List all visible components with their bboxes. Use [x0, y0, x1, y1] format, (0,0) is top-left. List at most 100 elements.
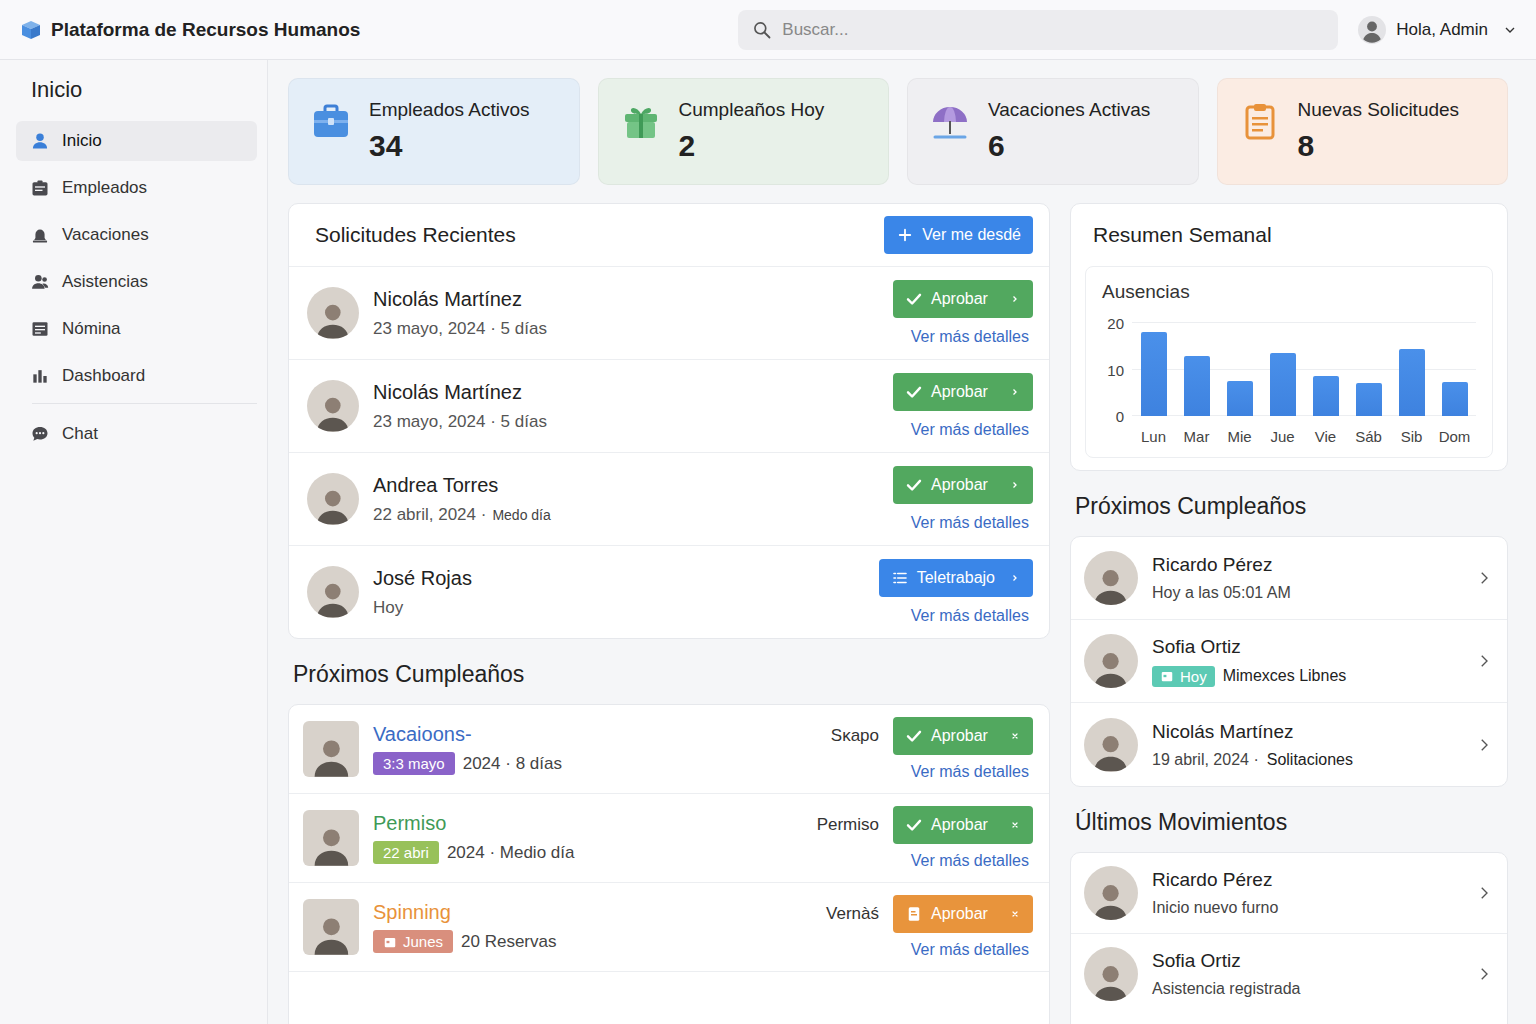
bar[interactable] — [1399, 349, 1425, 416]
stat-text: Nuevas Solicitudes 8 — [1298, 99, 1460, 163]
request-action-button[interactable]: Aprobar — [893, 373, 1033, 411]
birthday-sub-part: Hoy a las 05:01 AM — [1152, 584, 1291, 602]
person-icon — [312, 390, 354, 432]
details-link[interactable]: Ver más detalles — [911, 328, 1033, 346]
bar[interactable] — [1227, 381, 1253, 416]
bar[interactable] — [1270, 353, 1296, 416]
event-photo — [303, 899, 359, 955]
birthday-name: Ricardo Pérez — [1152, 554, 1461, 576]
stat-card[interactable]: Empleados Activos34 — [288, 78, 580, 185]
event-photo — [303, 810, 359, 866]
search-field[interactable]: Buscar... — [738, 10, 1338, 50]
event-action-label: Aprobar — [931, 816, 995, 834]
birthday-row[interactable]: Ricardo Pérez Hoy a las 05:01 AM — [1071, 537, 1507, 620]
request-action-label: Aprobar — [931, 383, 995, 401]
search-icon — [752, 20, 772, 40]
user-menu[interactable]: Hola, Admin — [1358, 16, 1518, 44]
event-title: Permiso — [373, 812, 803, 835]
bar-slot — [1390, 323, 1433, 416]
request-info: Nicolás Martínez23 mayo, 2024 · 5 días — [373, 381, 879, 432]
birthday-sub-part: 19 abril, 2024 · — [1152, 751, 1259, 769]
requests-header: Solicitudes Recientes Ver me desdé — [289, 204, 1049, 267]
chevron-right-icon — [1475, 965, 1493, 983]
event-actions: Sĸapo Aprobar Ver más detalles — [831, 717, 1033, 781]
request-action-button[interactable]: Teletrabajo — [879, 559, 1033, 597]
sidebar-item-label: Vacaciones — [62, 225, 149, 245]
content-columns: Solicitudes Recientes Ver me desdé Nicolás… — [288, 203, 1508, 1024]
sidebar-item-label: Dashboard — [62, 366, 145, 386]
sidebar-item[interactable]: Empleados — [16, 168, 257, 208]
stat-card[interactable]: Nuevas Solicitudes 8 — [1217, 78, 1509, 185]
details-link[interactable]: Ver más detalles — [911, 852, 1033, 870]
request-row: Nicolás Martínez23 mayo, 2024 · 5 días Ap… — [289, 360, 1049, 453]
chevron-right-icon — [1475, 652, 1493, 670]
view-all-button[interactable]: Ver me desdé — [884, 216, 1033, 254]
movement-row[interactable]: Ricardo PérezInicio nuevo furno — [1071, 853, 1507, 934]
chevron-right-icon — [1009, 293, 1021, 305]
x-label: Mar — [1175, 428, 1218, 445]
user-greeting: Hola, Admin — [1396, 20, 1488, 40]
birthday-name: Sofia Ortiz — [1152, 636, 1461, 658]
sidebar-item[interactable]: Chat — [16, 414, 257, 454]
stat-card[interactable]: Vacaciones Activas6 — [907, 78, 1199, 185]
request-row: Andrea Torres22 abril, 2024 ·Medo díaApr… — [289, 453, 1049, 546]
details-link[interactable]: Ver más detalles — [911, 941, 1033, 959]
sidebar-item[interactable]: Asistencias — [16, 262, 257, 302]
check-icon — [905, 816, 923, 834]
birthday-row[interactable]: Nicolás Martínez19 abril, 2024 ·Solitaci… — [1071, 703, 1507, 786]
sidebar-group: Inicio Empleados Vacaciones Asistencias Nómi… — [16, 121, 257, 396]
bar[interactable] — [1313, 376, 1339, 416]
person-icon — [1089, 645, 1132, 688]
birthdays-list-panel: Ricardo Pérez Hoy a las 05:01 AM Sofia Ort… — [1070, 536, 1508, 787]
sidebar-item-label: Asistencias — [62, 272, 148, 292]
event-label: Sĸapo — [831, 726, 879, 746]
stat-card[interactable]: Cumpleaños Hoy2 — [598, 78, 890, 185]
details-link[interactable]: Ver más detalles — [911, 421, 1033, 439]
details-link[interactable]: Ver más detalles — [911, 607, 1033, 625]
avatar-photo — [1084, 718, 1138, 772]
avatar-photo — [307, 287, 359, 339]
sidebar-item[interactable]: Nómina — [16, 309, 257, 349]
request-action-button[interactable]: Aprobar — [893, 466, 1033, 504]
event-action-label: Aprobar — [931, 727, 995, 745]
user-icon — [30, 131, 50, 151]
event-action-button[interactable]: Aprobar — [893, 717, 1033, 755]
event-action-button[interactable]: Aprobar — [893, 806, 1033, 844]
stat-label: Nuevas Solicitudes — [1298, 99, 1460, 121]
bar[interactable] — [1442, 382, 1468, 416]
birthday-row[interactable]: Sofia OrtizHoyMimexces Libnes — [1071, 620, 1507, 703]
sidebar-item[interactable]: Inicio — [16, 121, 257, 161]
request-actions: Teletrabajo Ver más detalles — [879, 559, 1033, 625]
stats-row: Empleados Activos34Cumpleaños Hoy2Vacaci… — [288, 78, 1508, 185]
birthday-name: Nicolás Martínez — [1152, 721, 1461, 743]
bar[interactable] — [1184, 356, 1210, 416]
chevron-down-icon — [1502, 22, 1518, 38]
requests-title: Solicitudes Recientes — [315, 223, 516, 247]
sidebar-group: Chat — [32, 403, 257, 454]
event-action-line: Sĸapo Aprobar — [831, 717, 1033, 755]
bar-slot — [1304, 323, 1347, 416]
people-icon — [30, 272, 50, 292]
request-meta-part: 22 abril, 2024 · — [373, 505, 486, 525]
y-tick: 0 — [1116, 409, 1124, 424]
person-icon — [1089, 877, 1132, 920]
calendar-icon — [1160, 669, 1174, 683]
plot-area — [1132, 323, 1476, 416]
event-tag-label: 22 abri — [383, 844, 429, 861]
sidebar-item[interactable]: Dashboard — [16, 356, 257, 396]
event-action-button[interactable]: Aprobar — [893, 895, 1033, 933]
bar[interactable] — [1141, 332, 1167, 416]
y-tick: 20 — [1107, 316, 1124, 331]
x-label: Sib — [1390, 428, 1433, 445]
event-actions: PermisoAprobar Ver más detalles — [817, 806, 1033, 870]
note-icon — [905, 905, 923, 923]
details-link[interactable]: Ver más detalles — [911, 514, 1033, 532]
stat-value: 8 — [1298, 129, 1460, 163]
event-action-line: PermisoAprobar — [817, 806, 1033, 844]
bar[interactable] — [1356, 383, 1382, 416]
sidebar-item-label: Empleados — [62, 178, 147, 198]
request-action-button[interactable]: Aprobar — [893, 280, 1033, 318]
sidebar-item[interactable]: Vacaciones — [16, 215, 257, 255]
details-link[interactable]: Ver más detalles — [911, 763, 1033, 781]
movement-row[interactable]: Sofia OrtizAsistencia registrada — [1071, 934, 1507, 1014]
